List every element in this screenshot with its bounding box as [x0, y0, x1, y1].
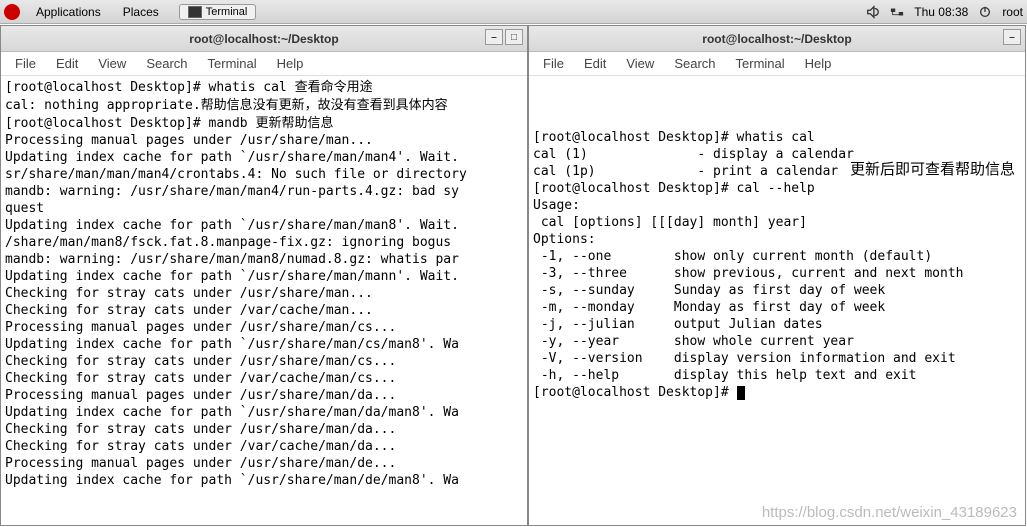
- minimize-button[interactable]: –: [1003, 29, 1021, 45]
- window-controls-2: –: [1003, 29, 1021, 45]
- annotation-no-help-info: 帮助信息没有更新，故没有查看到具体内容: [201, 97, 448, 112]
- terminal-line: Usage:: [533, 197, 1021, 214]
- terminal-output-2[interactable]: [root@localhost Desktop]# whatis cal cal …: [529, 76, 1025, 525]
- gnome-top-panel: Applications Places Terminal Thu 08:38 r…: [0, 0, 1027, 24]
- terminal-line: Checking for stray cats under /usr/share…: [5, 285, 523, 302]
- terminal-line: -h, --help display this help text and ex…: [533, 367, 1021, 384]
- terminal-output-1[interactable]: [root@localhost Desktop]# whatis cal 查看命…: [1, 76, 527, 525]
- terminal-line: sr/share/man/man/man4/crontabs.4: No suc…: [5, 166, 523, 183]
- terminal-line: -j, --julian output Julian dates: [533, 316, 1021, 333]
- menu-search[interactable]: Search: [666, 54, 723, 73]
- window-controls-1: – □: [485, 29, 523, 45]
- terminal-line: -1, --one show only current month (defau…: [533, 248, 1021, 265]
- menu-help[interactable]: Help: [269, 54, 312, 73]
- terminal-line: -s, --sunday Sunday as first day of week: [533, 282, 1021, 299]
- menu-file[interactable]: File: [535, 54, 572, 73]
- terminal-line: Updating index cache for path `/usr/shar…: [5, 268, 523, 285]
- minimize-button[interactable]: –: [485, 29, 503, 45]
- topbar-left: Applications Places Terminal: [4, 3, 256, 21]
- terminal-line: /share/man/man8/fsck.fat.8.manpage-fix.g…: [5, 234, 523, 251]
- terminal-line: -V, --version display version informatio…: [533, 350, 1021, 367]
- menu-edit[interactable]: Edit: [576, 54, 614, 73]
- terminal-line: [root@localhost Desktop]# whatis cal: [533, 129, 1021, 146]
- annotation-update-help: 更新帮助信息: [255, 115, 333, 130]
- taskbar-terminal-label: Terminal: [206, 6, 248, 18]
- terminal-icon: [188, 6, 202, 18]
- terminal-line: Processing manual pages under /usr/share…: [5, 132, 523, 149]
- annotation-view-usage: 查看命令用途: [295, 79, 373, 94]
- window-title-1: root@localhost:~/Desktop: [189, 32, 338, 46]
- terminal-line: -y, --year show whole current year: [533, 333, 1021, 350]
- titlebar-1[interactable]: root@localhost:~/Desktop – □: [1, 26, 527, 52]
- terminal-line: Updating index cache for path `/usr/shar…: [5, 217, 523, 234]
- maximize-button[interactable]: □: [505, 29, 523, 45]
- terminal-line: [root@localhost Desktop]# cal --help: [533, 180, 1021, 197]
- menu-search[interactable]: Search: [138, 54, 195, 73]
- annotation-updated-help: 更新后即可查看帮助信息: [850, 161, 1015, 178]
- terminal-line: Options:: [533, 231, 1021, 248]
- network-icon[interactable]: [890, 5, 904, 19]
- menubar-2: File Edit View Search Terminal Help: [529, 52, 1025, 76]
- volume-icon[interactable]: [866, 5, 880, 19]
- redhat-logo-icon: [4, 4, 20, 20]
- terminal-line: Updating index cache for path `/usr/shar…: [5, 404, 523, 421]
- clock[interactable]: Thu 08:38: [914, 5, 968, 19]
- terminal-line: Checking for stray cats under /var/cache…: [5, 438, 523, 455]
- terminal-line: Checking for stray cats under /var/cache…: [5, 370, 523, 387]
- menubar-1: File Edit View Search Terminal Help: [1, 52, 527, 76]
- terminal-line: [root@localhost Desktop]# mandb 更新帮助信息: [5, 114, 523, 132]
- topbar-right: Thu 08:38 root: [866, 5, 1023, 19]
- terminal-line: Processing manual pages under /usr/share…: [5, 455, 523, 472]
- applications-menu[interactable]: Applications: [26, 3, 111, 21]
- terminal-line: Updating index cache for path `/usr/shar…: [5, 336, 523, 353]
- watermark: https://blog.csdn.net/weixin_43189623: [762, 504, 1017, 521]
- terminal-line: Processing manual pages under /usr/share…: [5, 387, 523, 404]
- cursor: [737, 386, 745, 400]
- menu-terminal[interactable]: Terminal: [728, 54, 793, 73]
- menu-help[interactable]: Help: [797, 54, 840, 73]
- terminal-line: cal [options] [[[day] month] year]: [533, 214, 1021, 231]
- terminal-line: Processing manual pages under /usr/share…: [5, 319, 523, 336]
- titlebar-2[interactable]: root@localhost:~/Desktop –: [529, 26, 1025, 52]
- terminal-line: -m, --monday Monday as first day of week: [533, 299, 1021, 316]
- terminal-line: Updating index cache for path `/usr/shar…: [5, 149, 523, 166]
- terminal-line: Checking for stray cats under /usr/share…: [5, 353, 523, 370]
- places-menu[interactable]: Places: [113, 3, 169, 21]
- terminal-line: quest: [5, 200, 523, 217]
- terminal-line: mandb: warning: /usr/share/man/man8/numa…: [5, 251, 523, 268]
- menu-terminal[interactable]: Terminal: [200, 54, 265, 73]
- terminal-line: mandb: warning: /usr/share/man/man4/run-…: [5, 183, 523, 200]
- terminal-line: Checking for stray cats under /usr/share…: [5, 421, 523, 438]
- terminal-line: Updating index cache for path `/usr/shar…: [5, 472, 523, 489]
- window-title-2: root@localhost:~/Desktop: [702, 32, 851, 46]
- terminal-line: -3, --three show previous, current and n…: [533, 265, 1021, 282]
- terminal-line: [root@localhost Desktop]# whatis cal 查看命…: [5, 78, 523, 96]
- menu-edit[interactable]: Edit: [48, 54, 86, 73]
- power-icon[interactable]: [978, 5, 992, 19]
- user-menu[interactable]: root: [1002, 5, 1023, 19]
- terminal-window-2: root@localhost:~/Desktop – File Edit Vie…: [528, 25, 1026, 526]
- terminal-line: [root@localhost Desktop]#: [533, 384, 1021, 401]
- terminal-line: cal: nothing appropriate.帮助信息没有更新，故没有查看到…: [5, 96, 523, 114]
- terminal-line: Checking for stray cats under /var/cache…: [5, 302, 523, 319]
- terminal-window-1: root@localhost:~/Desktop – □ File Edit V…: [0, 25, 528, 526]
- menu-file[interactable]: File: [7, 54, 44, 73]
- taskbar-terminal-button[interactable]: Terminal: [179, 4, 257, 20]
- menu-view[interactable]: View: [90, 54, 134, 73]
- menu-view[interactable]: View: [618, 54, 662, 73]
